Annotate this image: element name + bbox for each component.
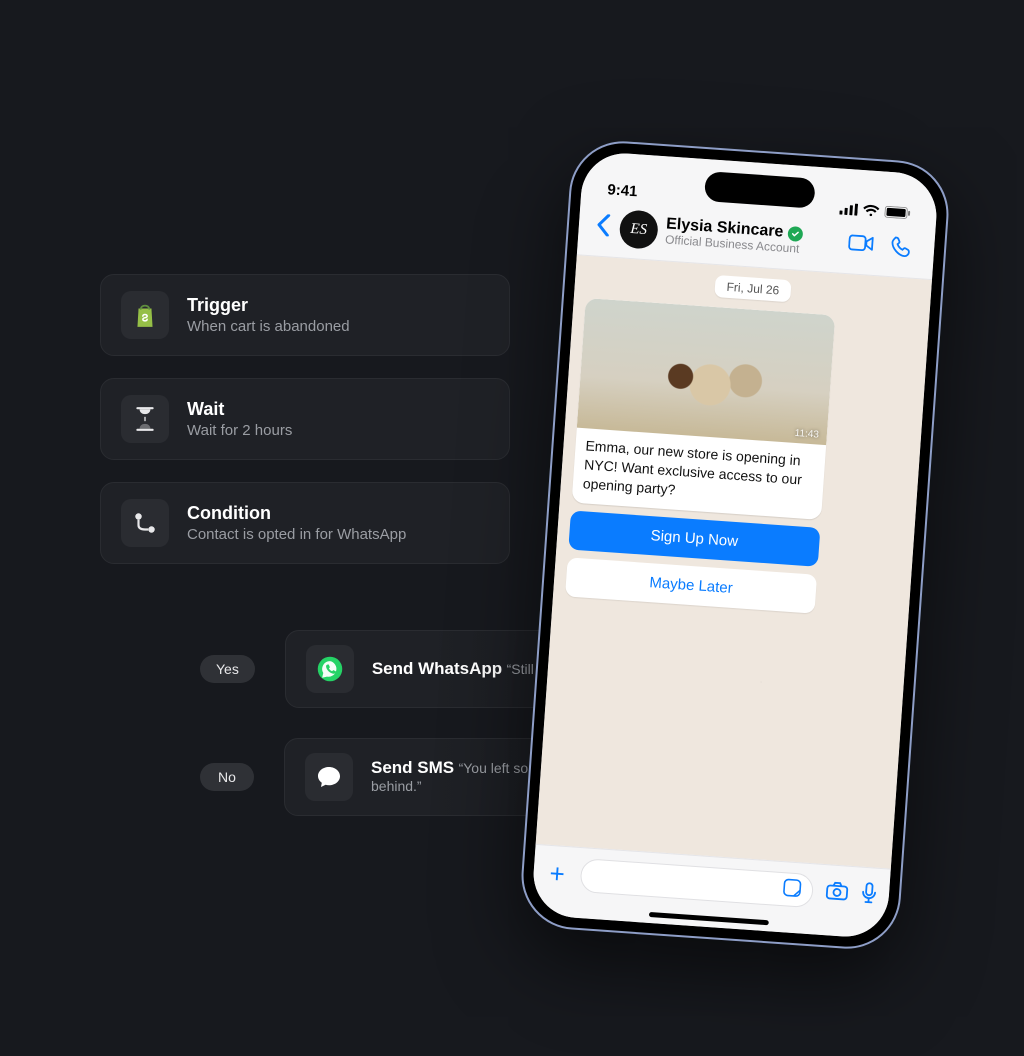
cta-secondary-button[interactable]: Maybe Later [565,557,817,613]
flow-step-title: Send WhatsApp [372,659,502,678]
branch-label-no: No [200,763,254,791]
video-call-icon[interactable] [847,232,873,258]
cta-primary-button[interactable]: Sign Up Now [568,510,820,566]
flow-step-wait[interactable]: Wait Wait for 2 hours [100,378,510,460]
voice-call-icon[interactable] [889,235,915,261]
flow-step-trigger[interactable]: Trigger When cart is abandoned [100,274,510,356]
attach-button[interactable]: + [545,857,570,890]
avatar[interactable]: ES [618,209,659,250]
hourglass-icon [121,395,169,443]
chat-body[interactable]: Fri, Jul 26 Emma, our new store is openi… [536,255,932,868]
phone-mockup: 9:41 ES Elysia Skincare Official Busines… [518,138,952,953]
flow-step-subtitle: When cart is abandoned [187,318,350,335]
sticker-icon[interactable] [781,877,803,903]
whatsapp-icon [306,645,354,693]
back-button[interactable] [590,211,613,243]
cellular-icon [839,203,858,216]
automation-flow: Trigger When cart is abandoned Wait Wait… [100,274,510,564]
flow-step-title: Send SMS [371,758,454,777]
flow-step-title: Condition [187,503,406,524]
message-input[interactable] [580,858,815,908]
chat-bubble-icon [305,753,353,801]
branch-label-yes: Yes [200,655,255,683]
flow-step-title: Trigger [187,295,350,316]
branch-icon [121,499,169,547]
battery-icon [884,206,911,220]
verified-badge-icon [788,226,804,242]
flow-step-condition[interactable]: Condition Contact is opted in for WhatsA… [100,482,510,564]
incoming-message: Emma, our new store is opening in NYC! W… [572,298,836,520]
wifi-icon [862,204,880,217]
status-time: 9:41 [607,181,638,200]
flow-step-subtitle: Wait for 2 hours [187,422,292,439]
camera-icon[interactable] [824,880,850,907]
flow-step-title: Wait [187,399,292,420]
shopify-bag-icon [121,291,169,339]
mic-icon[interactable] [860,881,878,909]
flow-step-subtitle: Contact is opted in for WhatsApp [187,526,406,543]
message-image[interactable] [577,298,835,445]
chat-title-area[interactable]: Elysia Skincare Official Business Accoun… [665,215,842,259]
phone-screen: 9:41 ES Elysia Skincare Official Busines… [531,151,940,940]
chat-date-pill: Fri, Jul 26 [714,275,792,302]
